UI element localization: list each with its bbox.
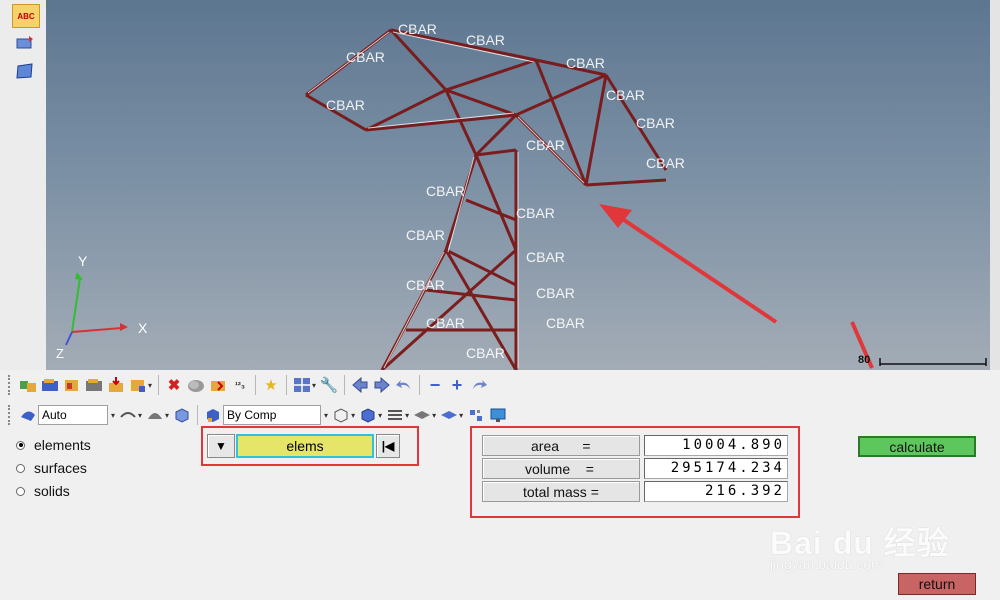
display-systems-icon[interactable] (84, 375, 104, 395)
shading-mode-select[interactable]: Auto (38, 405, 108, 425)
axis-y-label: Y (78, 253, 88, 269)
element-label: CBAR (406, 277, 445, 293)
toolbar-grip[interactable] (8, 405, 13, 425)
chevron-down-icon[interactable]: ▾ (324, 411, 328, 420)
element-label: CBAR (326, 97, 365, 113)
axis-x-label: X (138, 320, 148, 336)
radio-surfaces[interactable]: surfaces (16, 460, 87, 476)
right-strip (990, 0, 1000, 370)
element-label: CBAR (536, 285, 575, 301)
return-button[interactable]: return (898, 573, 976, 595)
monitor-icon[interactable] (488, 405, 508, 425)
undo-icon[interactable] (394, 375, 414, 395)
display-components-icon[interactable] (40, 375, 60, 395)
cbar-labels: CBAR CBAR CBAR CBAR CBAR CBAR CBAR CBAR … (326, 21, 685, 361)
visualization-toolbar: Auto ▾ ▾ ▾ By Comp ▾ ▾ ▾ ▾ ▾ ▾ (8, 402, 509, 428)
element-label: CBAR (466, 32, 505, 48)
radio-elements[interactable]: elements (16, 437, 91, 453)
favorite-icon[interactable]: ★ (261, 375, 281, 395)
face-select-icon[interactable] (12, 60, 38, 82)
chevron-down-icon[interactable]: ▾ (459, 411, 463, 420)
skip-back-icon: |◀ (381, 439, 395, 453)
plane-icon[interactable] (412, 405, 432, 425)
axis-z-label: Z (56, 346, 64, 361)
total-mass-value: 216.392 (644, 481, 788, 502)
element-label: CBAR (566, 55, 605, 71)
graphics-viewport[interactable]: CBAR CBAR CBAR CBAR CBAR CBAR CBAR CBAR … (46, 0, 990, 370)
wire-shade-icon[interactable] (118, 405, 138, 425)
triangle-down-icon: ▼ (215, 439, 227, 453)
grid-view-icon[interactable] (292, 375, 312, 395)
main-toolbar: ▾ ✖ ¹²₃ ★ ▾ 🔧 − + (8, 372, 490, 398)
element-label: CBAR (516, 205, 555, 221)
radio-solids[interactable]: solids (16, 483, 70, 499)
display-loadcols-icon[interactable] (62, 375, 82, 395)
toolbar-grip[interactable] (8, 375, 13, 395)
element-label: CBAR (636, 115, 675, 131)
element-label: CBAR (646, 155, 685, 171)
coordinate-triad: Y X Z (56, 253, 148, 361)
mesh-edit-icon[interactable] (12, 32, 38, 54)
arrow-left-icon[interactable] (350, 375, 370, 395)
hide-icon[interactable] (186, 375, 206, 395)
delete-icon[interactable]: ✖ (164, 375, 184, 395)
plus-icon[interactable]: + (447, 375, 467, 395)
total-mass-label: total mass = (482, 481, 640, 502)
chevron-down-icon[interactable]: ▾ (111, 411, 115, 420)
cube-view-icon[interactable] (172, 405, 192, 425)
watermark-url: jingyan.baidu.com (770, 556, 883, 572)
chevron-down-icon[interactable]: ▾ (165, 411, 169, 420)
isolate-icon[interactable] (208, 375, 228, 395)
volume-value: 295174.234 (644, 458, 788, 479)
minus-icon[interactable]: − (425, 375, 445, 395)
label-abc-icon[interactable]: ABC (12, 4, 40, 28)
element-label: CBAR (398, 21, 437, 37)
element-label: CBAR (426, 183, 465, 199)
renumber-icon[interactable]: ¹²₃ (230, 375, 250, 395)
chevron-down-icon[interactable]: ▾ (378, 411, 382, 420)
element-label: CBAR (526, 137, 565, 153)
blue-plane-icon[interactable] (439, 405, 459, 425)
arrow-right-icon[interactable] (372, 375, 392, 395)
chevron-down-icon[interactable]: ▾ (351, 411, 355, 420)
selector-dropdown-button[interactable]: ▼ (207, 434, 235, 458)
wrench-icon[interactable]: 🔧 (319, 375, 339, 395)
scale-value: 80 (858, 354, 871, 366)
display-load-icon[interactable] (106, 375, 126, 395)
area-label: area = (482, 435, 640, 456)
surface-shade-icon[interactable] (145, 405, 165, 425)
chevron-down-icon[interactable]: ▾ (432, 411, 436, 420)
volume-label: volume = (482, 458, 640, 479)
mesh-pattern-icon[interactable] (466, 405, 486, 425)
chevron-down-icon[interactable]: ▾ (405, 411, 409, 420)
elems-selector[interactable]: elems (236, 434, 374, 458)
element-label: CBAR (346, 49, 385, 65)
display-elements-icon[interactable] (18, 375, 38, 395)
element-label: CBAR (426, 315, 465, 331)
calculate-button[interactable]: calculate (858, 436, 976, 457)
color-by-select[interactable]: By Comp (223, 405, 322, 425)
chevron-down-icon[interactable]: ▾ (312, 381, 316, 390)
color-by-icon (203, 405, 223, 425)
element-label: CBAR (606, 87, 645, 103)
wireframe-cube-icon[interactable] (331, 405, 351, 425)
redo-icon[interactable] (469, 375, 489, 395)
left-icon-strip: ABC (0, 0, 47, 370)
truss-tower-model: CBAR CBAR CBAR CBAR CBAR CBAR CBAR CBAR … (56, 21, 987, 370)
element-label: CBAR (406, 227, 445, 243)
shading-icon (18, 405, 38, 425)
reset-selection-button[interactable]: |◀ (376, 434, 400, 458)
display-elements-by-icon[interactable] (128, 375, 148, 395)
element-label: CBAR (526, 249, 565, 265)
shaded-cube-icon[interactable] (358, 405, 378, 425)
element-label: CBAR (466, 345, 505, 361)
chevron-down-icon[interactable]: ▾ (138, 411, 142, 420)
layers-icon[interactable] (385, 405, 405, 425)
annotation-arrows (599, 204, 874, 369)
element-label: CBAR (546, 315, 585, 331)
area-value: 10004.890 (644, 435, 788, 456)
chevron-down-icon[interactable]: ▾ (148, 381, 152, 390)
